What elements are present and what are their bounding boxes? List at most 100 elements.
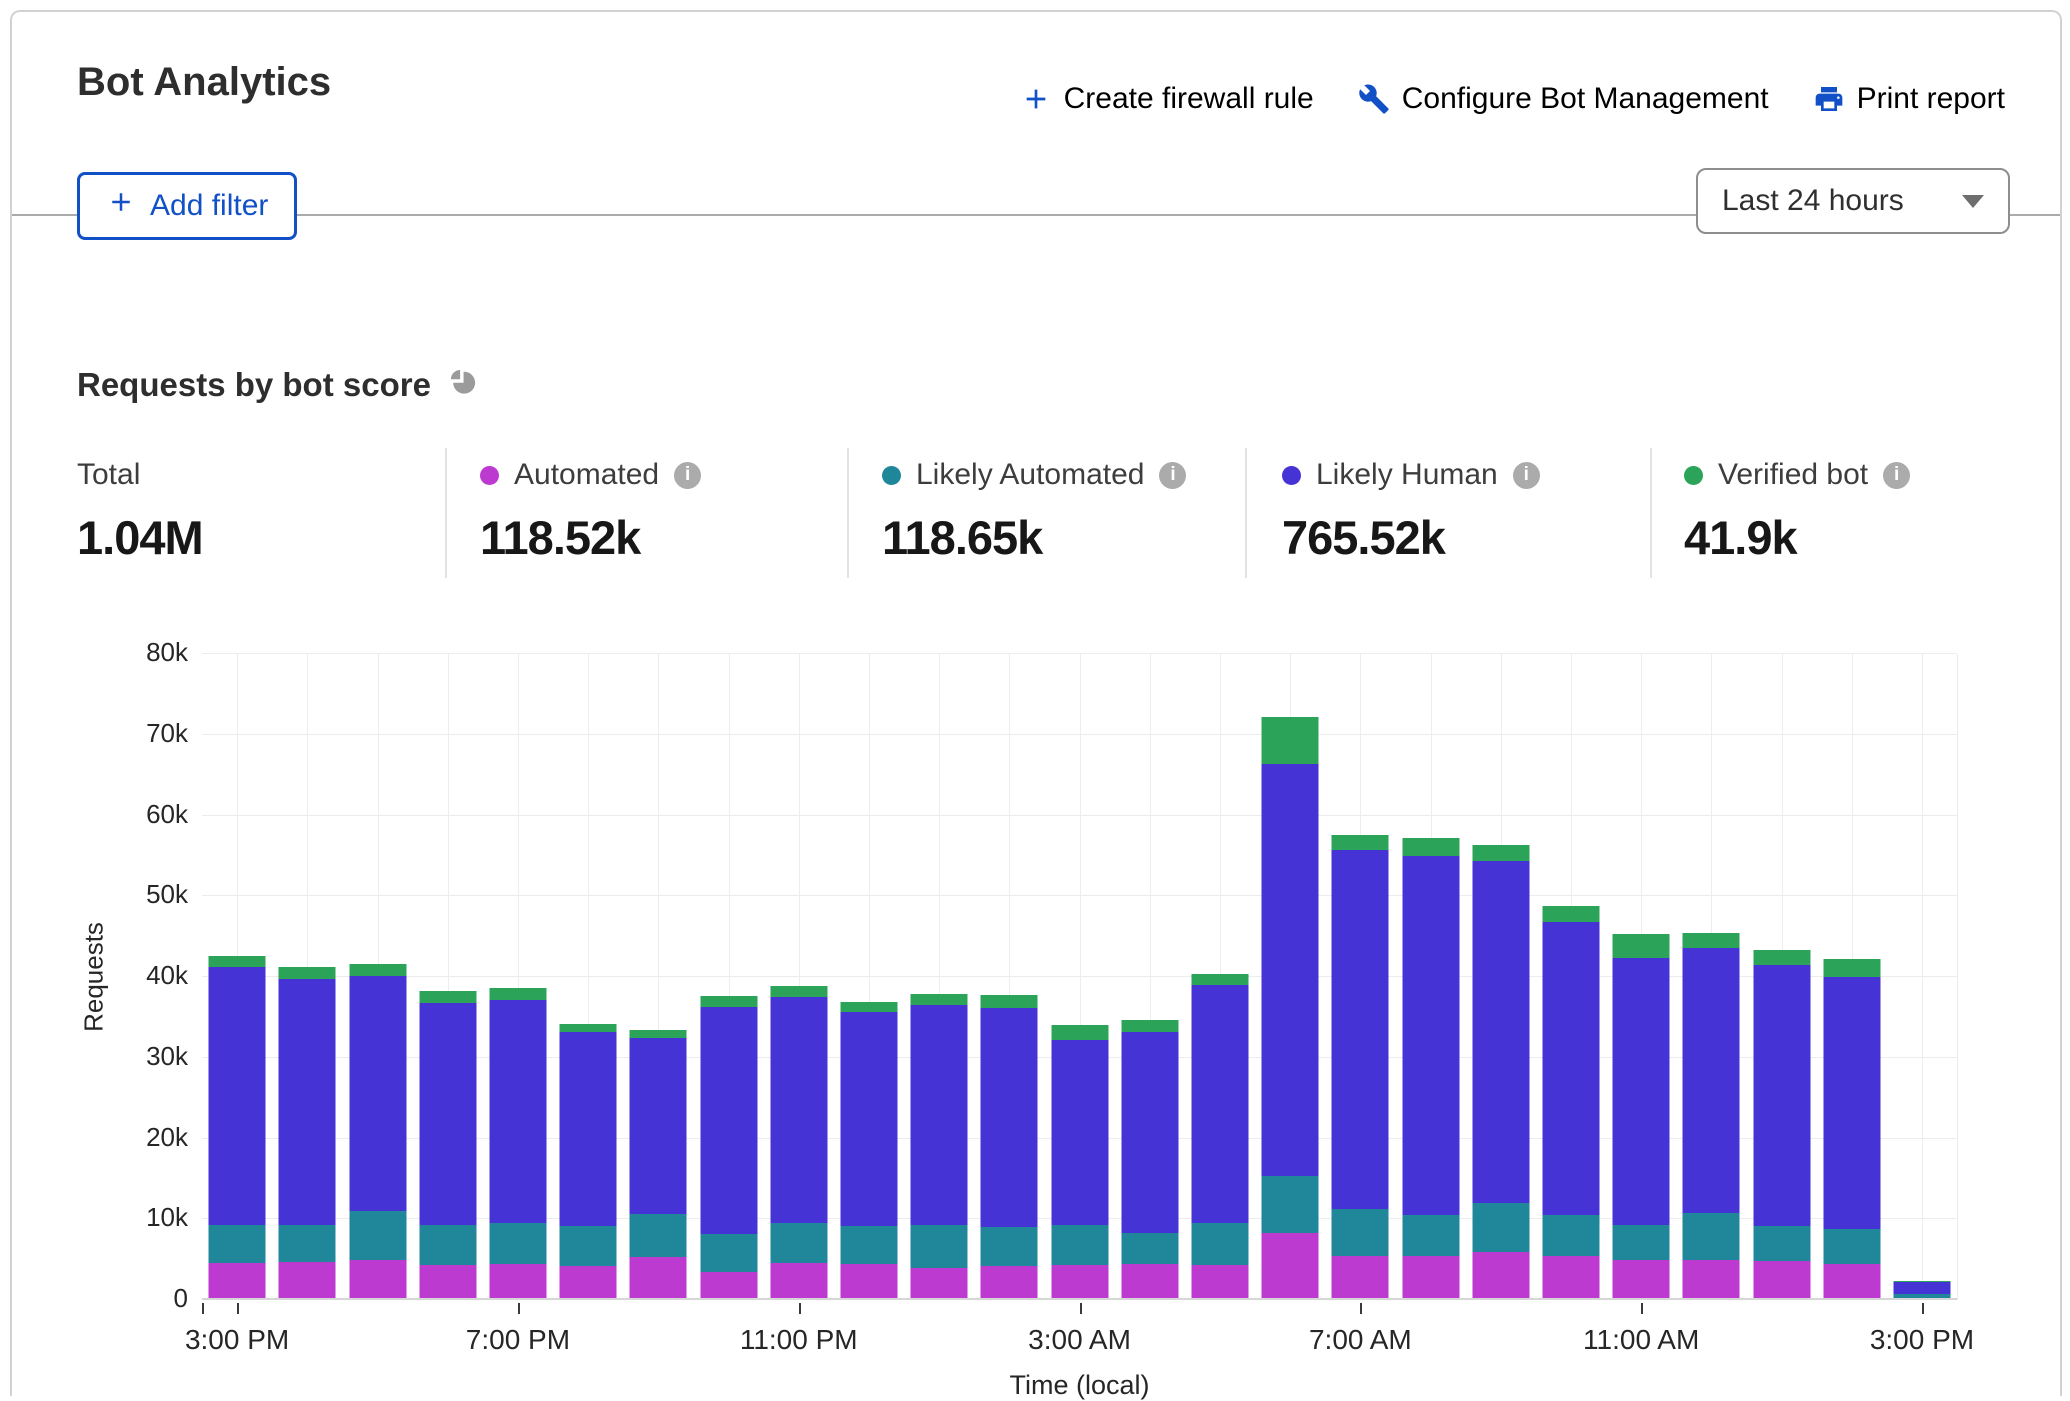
bar-slot[interactable]: 11:00 AM	[1606, 654, 1676, 1300]
stacked-bar[interactable]	[1823, 654, 1880, 1300]
bar-segment-verified-bot[interactable]	[560, 1024, 617, 1032]
bar-segment-likely-automated[interactable]	[1051, 1225, 1108, 1265]
print-report-link[interactable]: Print report	[1813, 82, 2005, 116]
bar-segment-automated[interactable]	[1613, 1260, 1670, 1300]
bar-slot[interactable]	[834, 654, 904, 1300]
bar-segment-verified-bot[interactable]	[1753, 950, 1810, 965]
bar-slot[interactable]: 11:00 PM	[764, 654, 834, 1300]
bar-segment-verified-bot[interactable]	[209, 956, 266, 967]
bar-segment-verified-bot[interactable]	[349, 964, 406, 976]
bar-slot[interactable]	[1185, 654, 1255, 1300]
stacked-bar[interactable]	[700, 654, 757, 1300]
bar-segment-verified-bot[interactable]	[981, 995, 1038, 1008]
stacked-bar[interactable]	[1262, 654, 1319, 1300]
bar-segment-likely-human[interactable]	[1753, 965, 1810, 1226]
bar-slot[interactable]	[1817, 654, 1887, 1300]
info-icon[interactable]: i	[1513, 462, 1540, 489]
bar-slot[interactable]	[1746, 654, 1816, 1300]
bar-segment-verified-bot[interactable]	[700, 996, 757, 1007]
bar-segment-likely-human[interactable]	[419, 1003, 476, 1225]
bar-segment-likely-automated[interactable]	[349, 1211, 406, 1259]
bar-segment-automated[interactable]	[1332, 1256, 1389, 1300]
bar-segment-likely-human[interactable]	[1823, 977, 1880, 1229]
bar-segment-verified-bot[interactable]	[1472, 845, 1529, 861]
stacked-bar[interactable]	[630, 654, 687, 1300]
bar-segment-likely-human[interactable]	[1191, 985, 1248, 1223]
bar-segment-likely-automated[interactable]	[1823, 1229, 1880, 1265]
bar-slot[interactable]	[693, 654, 763, 1300]
bar-slot[interactable]	[1115, 654, 1185, 1300]
bar-segment-verified-bot[interactable]	[1332, 835, 1389, 850]
bar-segment-likely-automated[interactable]	[630, 1214, 687, 1257]
stacked-bar[interactable]	[911, 654, 968, 1300]
bar-segment-likely-automated[interactable]	[209, 1225, 266, 1263]
stacked-bar[interactable]	[840, 654, 897, 1300]
bar-segment-likely-automated[interactable]	[1191, 1223, 1248, 1265]
bar-segment-likely-automated[interactable]	[840, 1226, 897, 1265]
bar-segment-automated[interactable]	[840, 1264, 897, 1300]
bar-segment-likely-human[interactable]	[1893, 1282, 1950, 1294]
stacked-bar[interactable]	[560, 654, 617, 1300]
bar-segment-likely-automated[interactable]	[419, 1225, 476, 1265]
bar-segment-automated[interactable]	[1683, 1260, 1740, 1300]
bar-segment-automated[interactable]	[1121, 1264, 1178, 1300]
stacked-bar[interactable]	[1683, 654, 1740, 1300]
bar-segment-automated[interactable]	[911, 1268, 968, 1300]
bar-segment-likely-human[interactable]	[1332, 850, 1389, 1209]
bar-slot[interactable]: 7:00 PM	[483, 654, 553, 1300]
bar-segment-likely-automated[interactable]	[279, 1225, 336, 1262]
bar-segment-likely-human[interactable]	[981, 1008, 1038, 1228]
bar-segment-verified-bot[interactable]	[911, 994, 968, 1005]
time-range-select[interactable]: Last 24 hours	[1696, 168, 2010, 234]
bar-slot[interactable]: 7:00 AM	[1325, 654, 1395, 1300]
stacked-bar[interactable]	[770, 654, 827, 1300]
bar-segment-likely-human[interactable]	[1402, 856, 1459, 1215]
bar-segment-verified-bot[interactable]	[1402, 838, 1459, 856]
bar-segment-likely-human[interactable]	[1542, 922, 1599, 1215]
bar-segment-automated[interactable]	[770, 1263, 827, 1300]
bar-segment-likely-automated[interactable]	[489, 1223, 546, 1263]
bar-segment-likely-automated[interactable]	[911, 1225, 968, 1268]
stacked-bar[interactable]	[1893, 654, 1950, 1300]
bar-segment-likely-automated[interactable]	[1613, 1225, 1670, 1260]
bar-segment-likely-automated[interactable]	[560, 1226, 617, 1266]
bar-slot[interactable]	[272, 654, 342, 1300]
bar-segment-automated[interactable]	[1051, 1265, 1108, 1300]
stacked-bar[interactable]	[1542, 654, 1599, 1300]
bar-slot[interactable]	[342, 654, 412, 1300]
bar-segment-automated[interactable]	[1823, 1264, 1880, 1300]
bar-segment-likely-automated[interactable]	[1683, 1213, 1740, 1260]
create-firewall-rule-link[interactable]: Create firewall rule	[1020, 82, 1314, 116]
bar-segment-automated[interactable]	[560, 1266, 617, 1300]
bar-segment-automated[interactable]	[209, 1263, 266, 1300]
bar-slot[interactable]	[1536, 654, 1606, 1300]
bar-segment-verified-bot[interactable]	[1121, 1020, 1178, 1032]
stacked-bar[interactable]	[279, 654, 336, 1300]
bar-segment-verified-bot[interactable]	[770, 986, 827, 997]
bar-segment-likely-human[interactable]	[1262, 764, 1319, 1176]
bar-slot[interactable]	[413, 654, 483, 1300]
bar-segment-automated[interactable]	[1262, 1233, 1319, 1300]
bar-slot[interactable]	[904, 654, 974, 1300]
bar-slot[interactable]	[553, 654, 623, 1300]
bar-segment-verified-bot[interactable]	[630, 1030, 687, 1039]
bar-slot[interactable]	[623, 654, 693, 1300]
bar-segment-likely-automated[interactable]	[981, 1227, 1038, 1266]
stacked-bar[interactable]	[419, 654, 476, 1300]
bar-segment-likely-automated[interactable]	[1472, 1203, 1529, 1251]
bar-segment-likely-human[interactable]	[279, 979, 336, 1225]
info-icon[interactable]: i	[1159, 462, 1186, 489]
stacked-bar[interactable]	[349, 654, 406, 1300]
bar-segment-likely-human[interactable]	[700, 1007, 757, 1234]
bar-segment-verified-bot[interactable]	[1051, 1025, 1108, 1040]
stacked-bar[interactable]	[1402, 654, 1459, 1300]
bar-segment-verified-bot[interactable]	[1823, 959, 1880, 977]
bar-segment-likely-human[interactable]	[1683, 948, 1740, 1213]
bar-segment-verified-bot[interactable]	[1542, 906, 1599, 922]
stacked-bar[interactable]	[981, 654, 1038, 1300]
bar-slot[interactable]: 3:00 PM	[1887, 654, 1957, 1300]
info-icon[interactable]: i	[674, 462, 701, 489]
bar-slot[interactable]	[1255, 654, 1325, 1300]
bar-segment-verified-bot[interactable]	[279, 967, 336, 978]
add-filter-button[interactable]: Add filter	[77, 172, 297, 240]
